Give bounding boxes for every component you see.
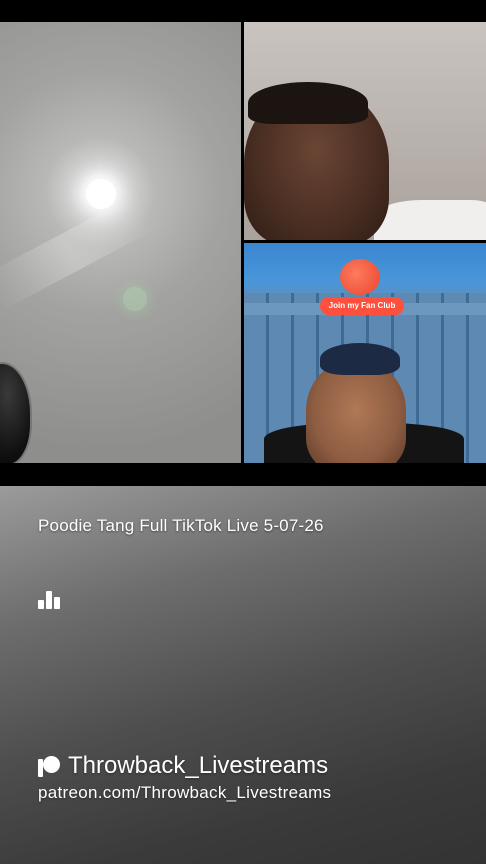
info-panel: Poodie Tang Full TikTok Live 5-07-26 Thr… (0, 486, 486, 864)
guest-one-hair (248, 82, 368, 124)
video-tile-guest-one (244, 22, 486, 240)
brand-url-link[interactable]: patreon.com/Throwback_Livestreams (38, 783, 331, 803)
guest-one-shirt (374, 200, 486, 240)
video-tile-sky (0, 22, 241, 463)
brand-name: Throwback_Livestreams (68, 752, 329, 779)
guest-two-durag (320, 343, 400, 375)
brand-row[interactable]: Throwback_Livestreams (38, 752, 328, 780)
patreon-icon (38, 755, 60, 777)
person-silhouette (0, 362, 32, 463)
heart-mascot-icon (340, 259, 380, 295)
guest-two-face (306, 361, 406, 463)
video-tile-guest-two: Join my Fan Club (244, 243, 486, 463)
video-player[interactable]: Join my Fan Club (0, 22, 486, 463)
moon-light (86, 179, 116, 209)
video-title: Poodie Tang Full TikTok Live 5-07-26 (38, 516, 324, 535)
bar-chart-icon[interactable] (38, 591, 60, 609)
fan-club-badge[interactable]: Join my Fan Club (320, 297, 404, 315)
lens-flare (123, 287, 147, 311)
